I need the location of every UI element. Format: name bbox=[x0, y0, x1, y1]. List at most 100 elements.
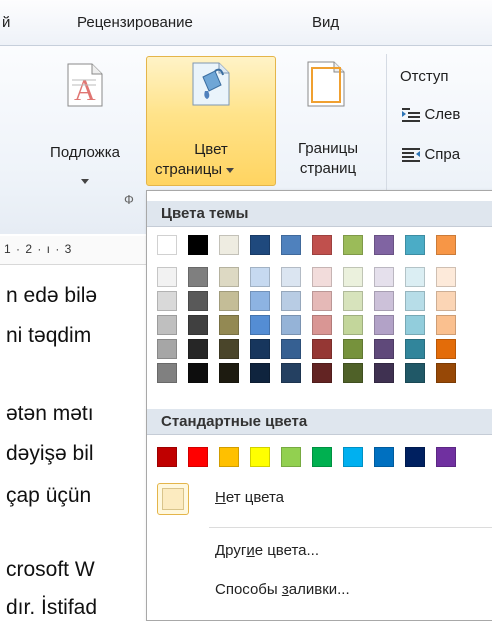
theme-color-swatch[interactable] bbox=[436, 267, 456, 287]
theme-color-swatch[interactable] bbox=[188, 267, 208, 287]
theme-color-swatch[interactable] bbox=[250, 363, 270, 383]
fill-effects-label: Способы заливки... bbox=[215, 581, 350, 598]
label-mnemonic: Н bbox=[215, 489, 226, 506]
theme-color-swatch[interactable] bbox=[405, 339, 425, 359]
theme-color-swatch[interactable] bbox=[374, 363, 394, 383]
standard-color-swatch[interactable] bbox=[436, 447, 456, 467]
theme-color-swatch[interactable] bbox=[157, 339, 177, 359]
theme-color-swatch[interactable] bbox=[188, 315, 208, 335]
label-part: аливки... bbox=[288, 581, 350, 598]
theme-color-swatch[interactable] bbox=[250, 291, 270, 311]
no-color-swatch bbox=[162, 488, 184, 510]
standard-color-swatch[interactable] bbox=[250, 447, 270, 467]
document-line: çap üçün bbox=[6, 484, 92, 507]
theme-color-swatch[interactable] bbox=[405, 363, 425, 383]
indent-right-label: Спра bbox=[424, 146, 461, 163]
theme-color-swatch[interactable] bbox=[281, 339, 301, 359]
theme-color-swatch[interactable] bbox=[219, 315, 239, 335]
theme-color-swatch[interactable] bbox=[343, 267, 363, 287]
label-part: Друг bbox=[215, 542, 247, 559]
theme-color-swatch[interactable] bbox=[219, 291, 239, 311]
indent-left-control[interactable]: Слев bbox=[402, 106, 460, 124]
standard-color-swatch[interactable] bbox=[281, 447, 301, 467]
theme-color-swatch[interactable] bbox=[312, 315, 332, 335]
theme-color-swatch[interactable] bbox=[250, 267, 270, 287]
theme-color-swatch[interactable] bbox=[188, 363, 208, 383]
standard-color-swatch[interactable] bbox=[188, 447, 208, 467]
document-line: n edə bilə bbox=[6, 284, 98, 307]
theme-color-swatch[interactable] bbox=[374, 291, 394, 311]
standard-color-swatch[interactable] bbox=[343, 447, 363, 467]
document-line: dır. İstifad bbox=[6, 596, 98, 619]
theme-color-swatch[interactable] bbox=[188, 235, 208, 255]
fill-effects-item[interactable]: Способы заливки... bbox=[147, 575, 492, 605]
theme-color-swatch[interactable] bbox=[343, 291, 363, 311]
theme-color-swatch[interactable] bbox=[374, 315, 394, 335]
chevron-down-icon bbox=[81, 172, 89, 189]
theme-color-swatch[interactable] bbox=[436, 315, 456, 335]
standard-color-swatch[interactable] bbox=[157, 447, 177, 467]
indent-right-control[interactable]: Спра bbox=[402, 146, 460, 164]
theme-color-swatch[interactable] bbox=[281, 235, 301, 255]
theme-color-swatch[interactable] bbox=[312, 291, 332, 311]
theme-color-swatch[interactable] bbox=[436, 291, 456, 311]
tab-review[interactable]: Рецензирование bbox=[77, 14, 193, 31]
page-borders-button[interactable]: Границы страниц bbox=[276, 56, 380, 184]
tab-view[interactable]: Вид bbox=[312, 14, 339, 31]
label-part: е цвета... bbox=[254, 542, 319, 559]
horizontal-ruler[interactable]: 1 · 2 · ı · 3 bbox=[0, 236, 150, 265]
theme-color-swatch[interactable] bbox=[157, 267, 177, 287]
theme-color-swatch[interactable] bbox=[374, 267, 394, 287]
theme-color-swatch[interactable] bbox=[219, 363, 239, 383]
theme-color-swatch[interactable] bbox=[436, 339, 456, 359]
theme-color-swatch[interactable] bbox=[312, 363, 332, 383]
theme-color-swatch[interactable] bbox=[312, 235, 332, 255]
standard-color-swatch[interactable] bbox=[374, 447, 394, 467]
theme-color-swatch[interactable] bbox=[188, 339, 208, 359]
standard-color-swatch[interactable] bbox=[312, 447, 332, 467]
theme-color-swatch[interactable] bbox=[405, 291, 425, 311]
theme-color-swatch[interactable] bbox=[374, 339, 394, 359]
standard-colors-header: Стандартные цвета bbox=[147, 409, 492, 435]
more-colors-item[interactable]: Другие цвета... bbox=[147, 536, 492, 566]
theme-color-swatch[interactable] bbox=[405, 267, 425, 287]
theme-color-swatch[interactable] bbox=[250, 339, 270, 359]
theme-color-swatch[interactable] bbox=[250, 235, 270, 255]
theme-color-swatch[interactable] bbox=[219, 339, 239, 359]
theme-color-swatch[interactable] bbox=[281, 363, 301, 383]
tab-partial[interactable]: й bbox=[2, 14, 10, 31]
theme-color-swatch[interactable] bbox=[188, 291, 208, 311]
indent-left-label: Слев bbox=[424, 106, 461, 123]
theme-color-swatch[interactable] bbox=[281, 315, 301, 335]
theme-color-swatch[interactable] bbox=[157, 235, 177, 255]
theme-color-swatch[interactable] bbox=[374, 235, 394, 255]
theme-color-swatch[interactable] bbox=[157, 315, 177, 335]
theme-color-swatch[interactable] bbox=[157, 363, 177, 383]
theme-color-swatch[interactable] bbox=[312, 339, 332, 359]
theme-colors-header: Цвета темы bbox=[147, 201, 492, 227]
theme-color-swatch[interactable] bbox=[219, 235, 239, 255]
theme-color-swatch[interactable] bbox=[436, 235, 456, 255]
theme-color-swatch[interactable] bbox=[343, 339, 363, 359]
theme-color-swatch[interactable] bbox=[436, 363, 456, 383]
standard-color-swatch[interactable] bbox=[405, 447, 425, 467]
theme-color-swatch[interactable] bbox=[281, 267, 301, 287]
standard-color-swatch[interactable] bbox=[219, 447, 239, 467]
no-color-item[interactable]: Нет цвета bbox=[153, 481, 492, 517]
theme-color-swatch[interactable] bbox=[405, 315, 425, 335]
theme-color-swatch[interactable] bbox=[219, 267, 239, 287]
theme-color-swatch[interactable] bbox=[250, 315, 270, 335]
theme-color-swatch[interactable] bbox=[312, 267, 332, 287]
theme-color-swatch[interactable] bbox=[281, 291, 301, 311]
theme-color-swatch[interactable] bbox=[343, 315, 363, 335]
theme-color-swatch[interactable] bbox=[343, 363, 363, 383]
theme-color-swatch[interactable] bbox=[343, 235, 363, 255]
theme-color-swatch[interactable] bbox=[157, 291, 177, 311]
page-borders-icon bbox=[307, 61, 345, 107]
no-color-label: Нет цвета bbox=[215, 489, 284, 506]
indent-left-icon bbox=[402, 107, 420, 122]
page-color-button[interactable]: Цвет страницы bbox=[146, 56, 276, 186]
watermark-button[interactable]: A Подложка bbox=[28, 56, 142, 184]
theme-color-swatch[interactable] bbox=[405, 235, 425, 255]
indent-right-icon bbox=[402, 147, 420, 162]
